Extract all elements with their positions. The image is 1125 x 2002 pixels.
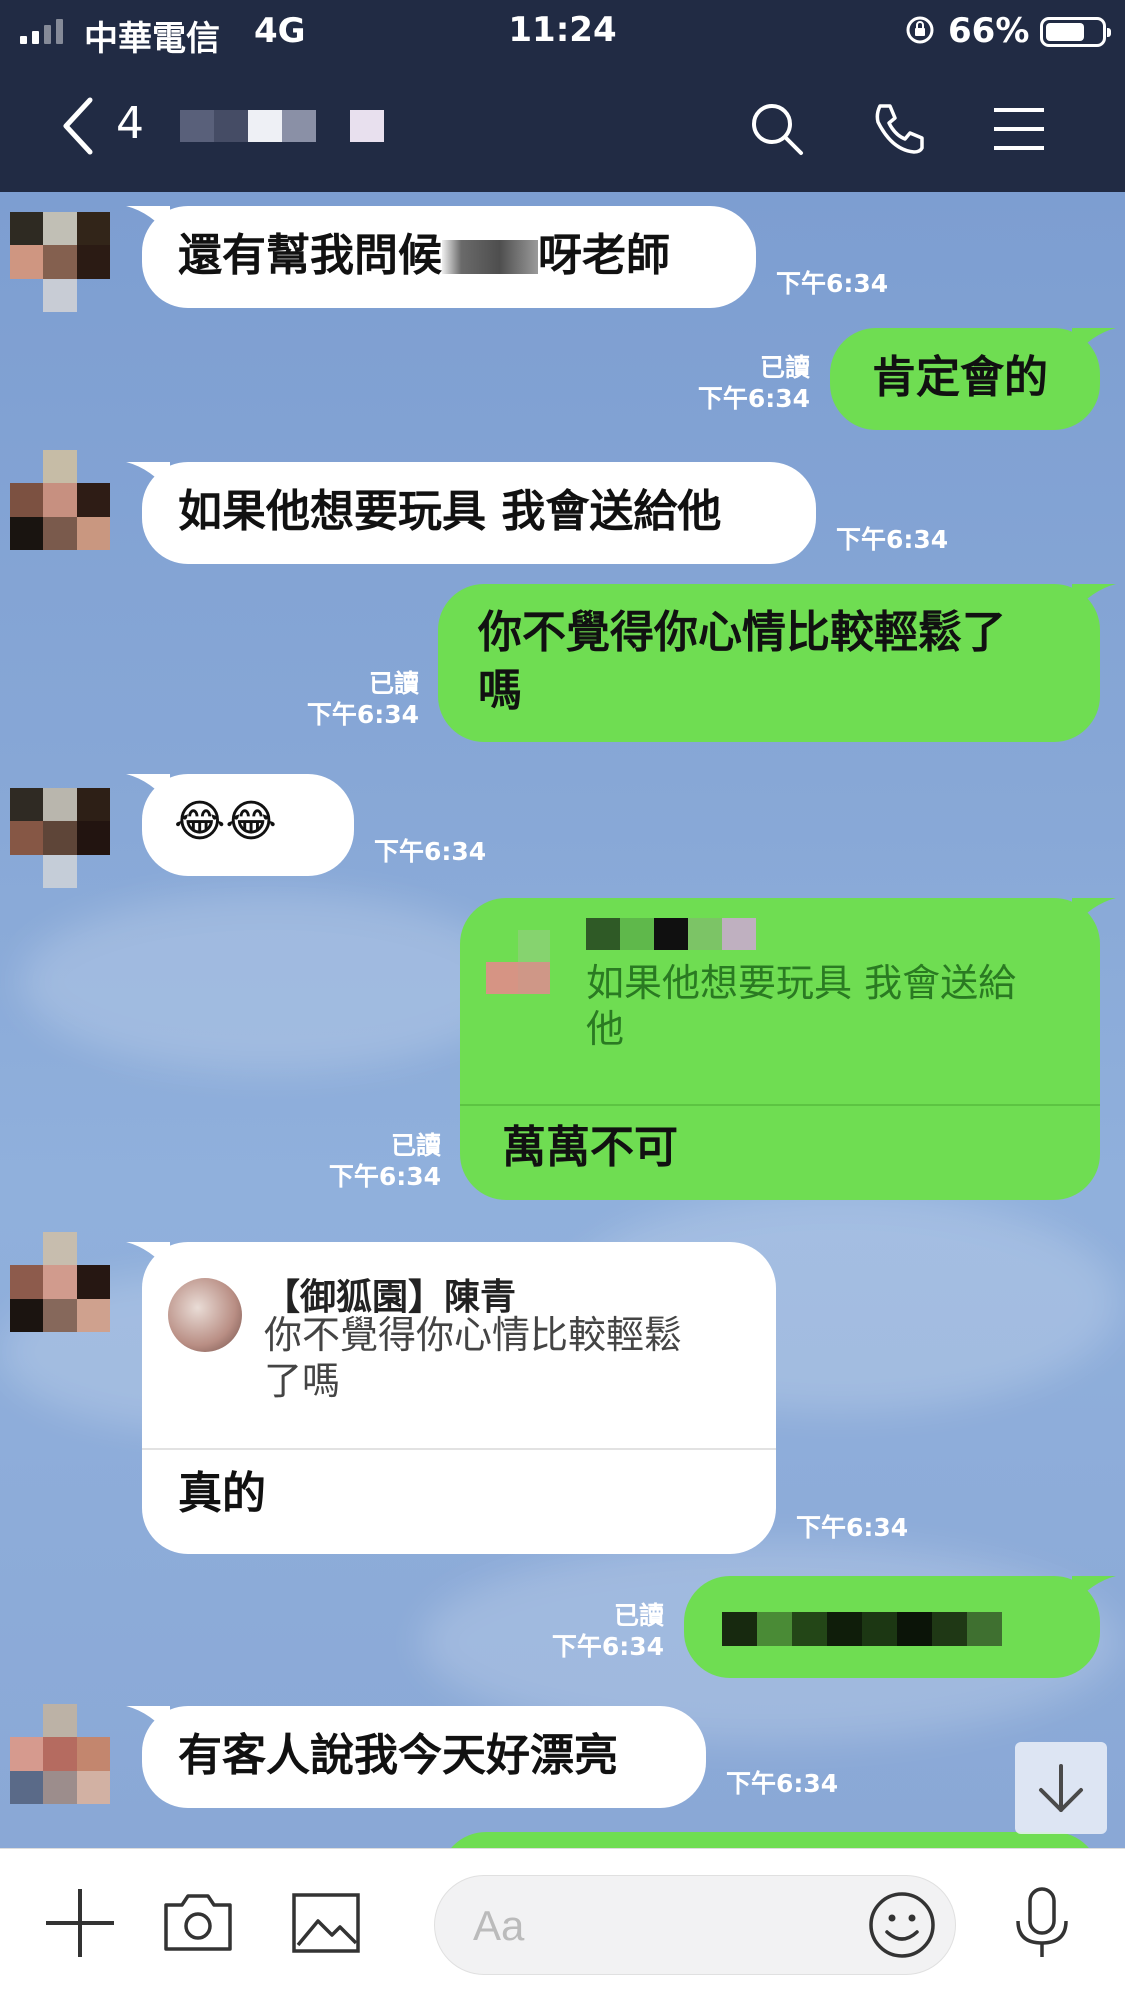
avatar[interactable] [10,450,110,550]
message-text: 如果他想要玩具 我會送給他 [178,486,722,537]
timestamp: 下午6:34 [374,837,487,866]
read-label: 已讀 [759,353,810,382]
read-label: 已讀 [368,669,419,698]
emoji-icon[interactable] [867,1890,937,1960]
image-icon[interactable] [286,1883,366,1963]
message-text: 還有幫我問候 [178,230,442,281]
read-label: 已讀 [390,1131,441,1160]
message-bubble-outgoing[interactable]: 你不覺得你心情比較輕鬆了 嗎 [438,584,1116,742]
timestamp: 下午6:34 [306,700,419,729]
timestamp: 下午6:34 [836,525,949,554]
divider [460,1104,1100,1106]
plus-icon[interactable] [40,1883,120,1963]
quoted-text: 你不覺得你心情比較輕鬆 了嗎 [264,1313,683,1403]
read-status: 已讀 下午6:34 [552,1600,664,1662]
status-bar: 中華電信 4G 11:24 66% [0,0,1125,62]
message-bubble-outgoing[interactable] [684,1576,1116,1678]
redacted-name [442,240,538,274]
timestamp: 下午6:34 [551,1632,664,1661]
message-bubble-incoming[interactable]: 如果他想要玩具 我會送給他 [126,462,816,564]
microphone-icon[interactable] [1002,1883,1082,1963]
message-input-field[interactable] [434,1875,956,1975]
menu-icon[interactable] [990,100,1048,158]
reply-bubble-incoming[interactable]: 【御狐園】陳青 你不覺得你心情比較輕鬆 了嗎 真的 [126,1242,776,1554]
camera-icon[interactable] [158,1883,238,1963]
timestamp: 下午6:34 [796,1513,909,1542]
unread-count: 4 [116,98,144,149]
divider [142,1448,776,1450]
read-status: 已讀 下午6:34 [698,352,810,414]
chat-title-redacted-2 [350,110,384,142]
redacted-message [722,1612,1002,1646]
message-bubble-outgoing-partial[interactable] [440,1832,1100,1848]
message-text: 嗎 [478,665,522,716]
message-text: 肯定會的 [872,352,1048,403]
quoted-text: 如果他想要玩具 我會送給 他 [586,961,1017,1051]
avatar[interactable] [10,1704,110,1804]
message-text: 呀老師 [538,230,670,281]
avatar[interactable] [10,1232,110,1332]
arrow-down-icon [1039,1764,1083,1812]
message-text: 你不覺得你心情比較輕鬆了 [478,607,1006,658]
avatar[interactable] [10,788,110,888]
timestamp: 下午6:34 [776,269,889,298]
rotation-lock-icon [906,16,934,44]
message-bubble-outgoing[interactable]: 肯定會的 [830,328,1116,430]
chat-title-redacted[interactable] [180,110,316,142]
battery-percent: 66% [948,11,1030,51]
timestamp: 下午6:34 [697,384,810,413]
scroll-to-bottom-button[interactable] [1015,1742,1107,1834]
read-status: 已讀 下午6:34 [307,668,419,730]
battery-icon [1040,17,1111,47]
message-input[interactable] [471,1898,835,1954]
read-status: 已讀 下午6:34 [329,1130,441,1192]
message-text: 萬萬不可 [502,1122,678,1173]
message-bubble-incoming[interactable]: 還有幫我問候 呀老師 [126,206,756,308]
reply-bubble-outgoing[interactable]: 如果他想要玩具 我會送給 他 萬萬不可 [460,898,1116,1200]
chevron-left-icon[interactable] [58,94,98,158]
avatar[interactable] [10,212,110,312]
phone-icon[interactable] [868,100,926,158]
message-bubble-incoming[interactable]: 有客人說我今天好漂亮 [126,1706,706,1808]
emoji-laughing-icon: 😂😂 [174,796,277,847]
message-text: 真的 [178,1468,266,1519]
search-icon[interactable] [748,100,806,158]
quote-avatar [168,1278,242,1352]
timestamp: 下午6:34 [726,1769,839,1798]
quote-avatar [486,930,550,994]
timestamp: 下午6:34 [328,1162,441,1191]
message-bubble-incoming[interactable]: 😂😂 [126,774,354,876]
input-bar [0,1848,1125,2002]
quote-sender-redacted [586,918,756,950]
message-text: 有客人說我今天好漂亮 [178,1730,618,1781]
read-label: 已讀 [613,1601,664,1630]
chat-header: 4 [0,62,1125,192]
chat-area[interactable]: 還有幫我問候 呀老師 下午6:34 已讀 下午6:34 肯定會的 如果他想要玩具 … [0,192,1125,1848]
